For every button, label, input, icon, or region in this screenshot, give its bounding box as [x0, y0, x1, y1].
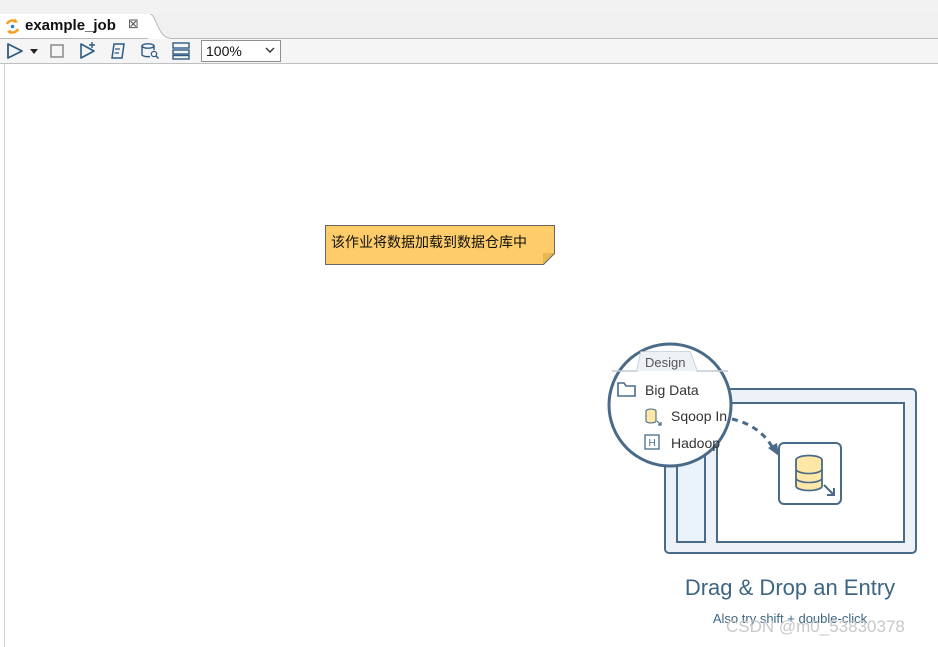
- chevron-down-icon[interactable]: [28, 42, 40, 60]
- hadoop-badge: H: [649, 438, 656, 449]
- note-text: 该作业将数据加载到数据仓库中: [331, 235, 527, 251]
- play-icon[interactable]: [5, 42, 25, 60]
- tree-folder-big-data: Big Data: [645, 382, 699, 398]
- design-tab-label: Design: [645, 355, 685, 370]
- canvas-note[interactable]: 该作业将数据加载到数据仓库中: [325, 225, 555, 265]
- tab-title: example_job: [25, 17, 116, 34]
- tab-example-job[interactable]: example_job ⊠: [0, 14, 151, 38]
- drag-drop-illustration: Design Big Data Sqoop In H Hadoop: [607, 342, 917, 554]
- database-entry-icon: [778, 442, 842, 505]
- chevron-down-icon[interactable]: [264, 44, 276, 56]
- job-toolbar: 100%: [0, 39, 938, 64]
- zoom-select[interactable]: 100%: [201, 40, 281, 62]
- script-icon[interactable]: [108, 42, 128, 60]
- db-search-icon[interactable]: [140, 42, 160, 60]
- tree-item-sqoop: Sqoop In: [671, 408, 727, 424]
- hadoop-icon: H: [644, 434, 660, 450]
- watermark: CSDN @m0_53830378: [726, 617, 905, 636]
- job-icon: [5, 18, 20, 35]
- preview-run-icon[interactable]: [78, 42, 98, 60]
- tab-edge: [148, 14, 170, 39]
- layout-icon[interactable]: [171, 42, 191, 60]
- editor-tab-bar: example_job ⊠: [0, 14, 938, 39]
- note-fold-corner: [543, 253, 555, 265]
- zoom-value: 100%: [206, 43, 242, 59]
- window-top-strip: [0, 0, 938, 15]
- drag-drop-title: Drag & Drop an Entry: [684, 575, 896, 600]
- tab-close-icon[interactable]: ⊠: [128, 17, 139, 32]
- tree-item-hadoop: Hadoop: [671, 435, 720, 451]
- stop-icon[interactable]: [47, 42, 67, 60]
